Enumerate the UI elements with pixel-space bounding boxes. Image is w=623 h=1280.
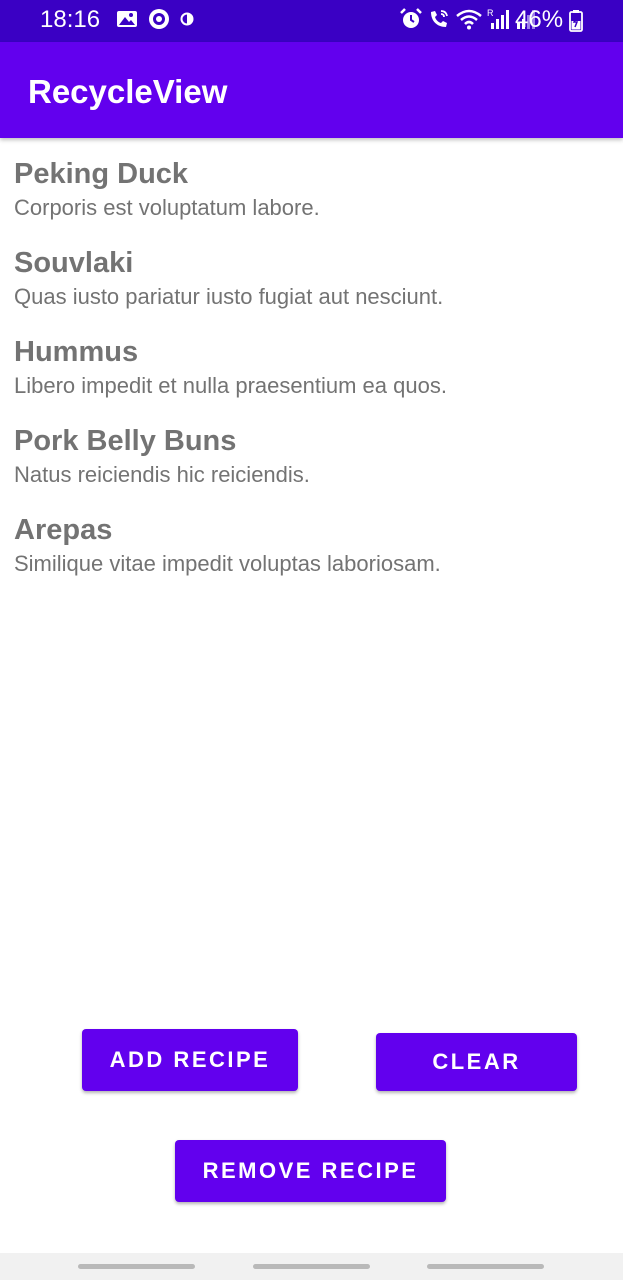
status-bar: 18:16 R 46% (0, 0, 623, 42)
recent-apps-gesture[interactable] (78, 1264, 195, 1269)
battery-percentage: 46% (515, 6, 564, 33)
clear-button[interactable]: CLEAR (376, 1033, 577, 1091)
recipe-name: Hummus (14, 336, 139, 368)
recipe-item[interactable]: Souvlaki Quas iusto pariatur iusto fugia… (14, 243, 609, 332)
recipe-name: Arepas (14, 514, 113, 546)
wifi-call-icon (427, 7, 451, 36)
app-title: RecycleView (28, 73, 228, 110)
data-saver-icon (180, 11, 194, 32)
alarm-icon (399, 7, 423, 36)
home-gesture[interactable] (253, 1264, 370, 1269)
recipe-name: Pork Belly Buns (14, 425, 237, 457)
remove-recipe-button[interactable]: REMOVE RECIPE (175, 1140, 446, 1202)
gallery-icon (116, 9, 138, 34)
status-time: 18:16 (40, 6, 101, 33)
add-recipe-button[interactable]: ADD RECIPE (82, 1029, 298, 1091)
recipe-item[interactable]: Pork Belly Buns Natus reiciendis hic rei… (14, 421, 609, 510)
shield-icon (148, 8, 170, 35)
status-notification-icons (116, 8, 194, 35)
wifi-icon (455, 8, 483, 35)
recipe-item[interactable]: Hummus Libero impedit et nulla praesenti… (14, 332, 609, 421)
svg-text:R: R (487, 8, 494, 18)
recipe-description: Similique vitae impedit voluptas laborio… (14, 551, 441, 576)
recipe-description: Quas iusto pariatur iusto fugiat aut nes… (14, 284, 444, 309)
recipe-description: Natus reiciendis hic reiciendis. (14, 462, 310, 487)
back-gesture[interactable] (427, 1264, 544, 1269)
battery-icon (569, 10, 583, 37)
recipe-item[interactable]: Peking Duck Corporis est voluptatum labo… (14, 154, 609, 243)
recipe-description: Libero impedit et nulla praesentium ea q… (14, 373, 447, 398)
navigation-bar (0, 1253, 623, 1280)
recipe-name: Souvlaki (14, 247, 134, 279)
recipe-name: Peking Duck (14, 158, 189, 190)
signal-r-icon: R (487, 7, 511, 36)
recipe-list[interactable]: Peking Duck Corporis est voluptatum labo… (14, 154, 609, 599)
app-bar: RecycleView (0, 42, 623, 138)
recipe-item[interactable]: Arepas Similique vitae impedit voluptas … (14, 510, 609, 599)
recipe-description: Corporis est voluptatum labore. (14, 195, 320, 220)
